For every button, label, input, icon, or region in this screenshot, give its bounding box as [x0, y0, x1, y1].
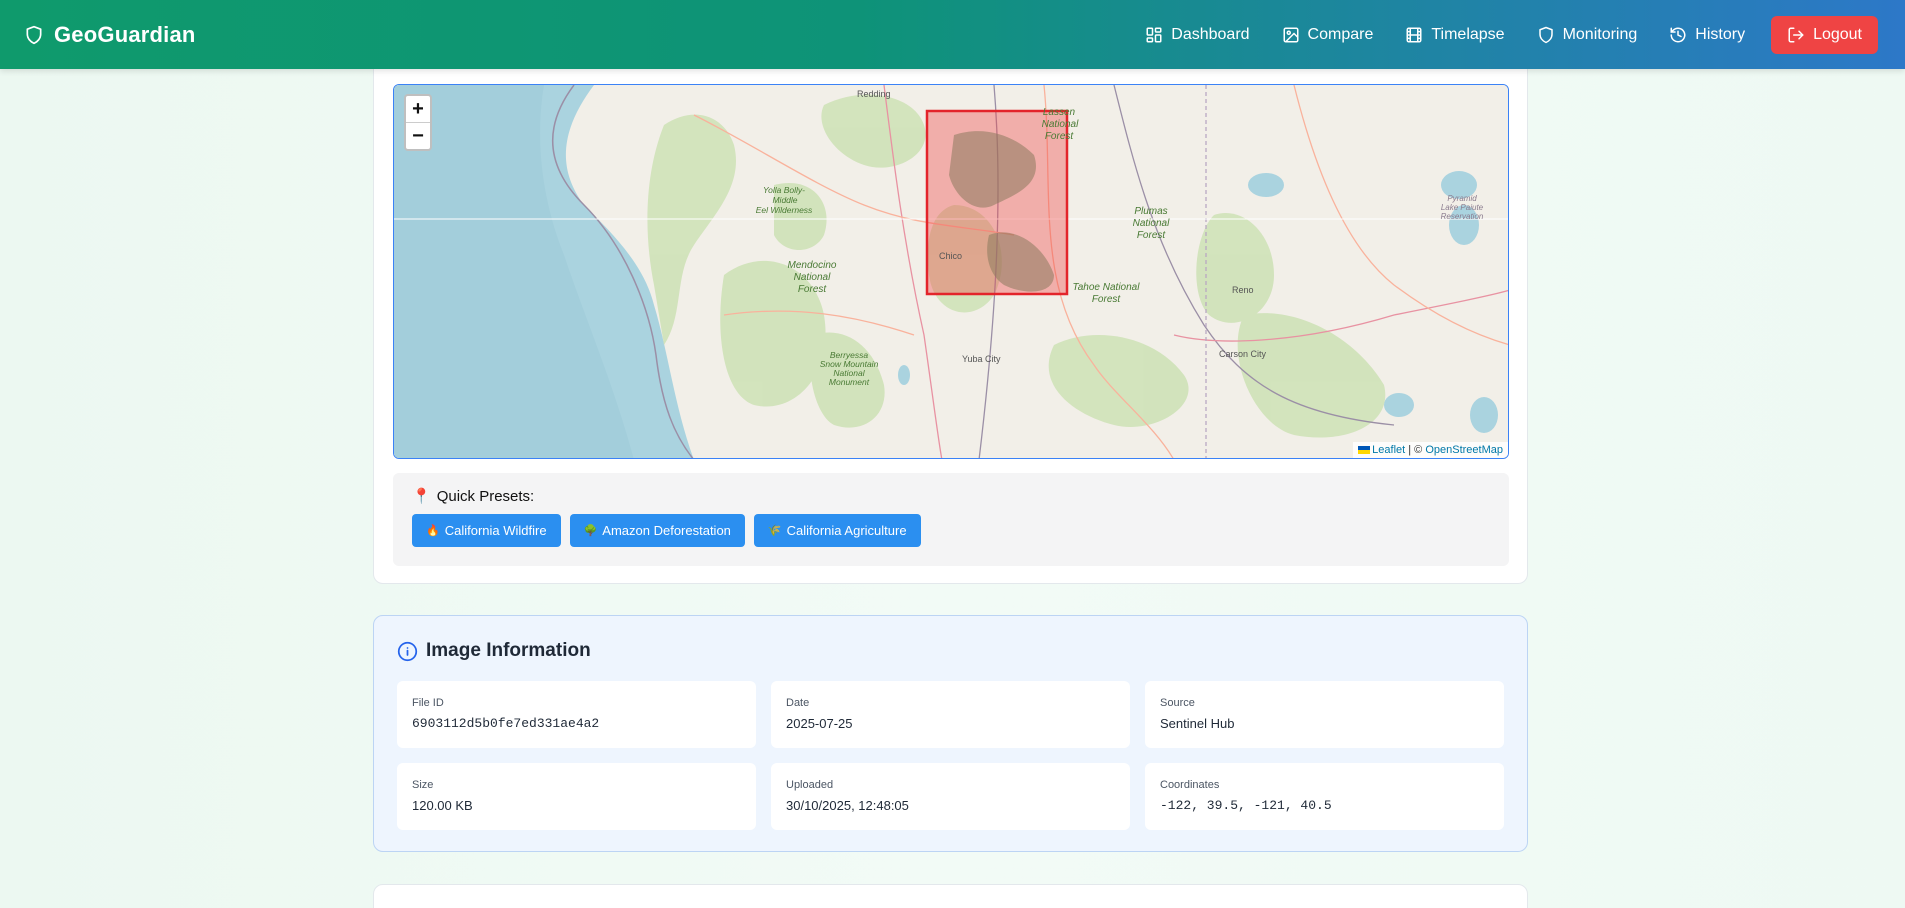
map-attribution: Leaflet | © OpenStreetMap: [1353, 442, 1508, 458]
label-reno: Reno: [1232, 285, 1254, 295]
pin-icon: 📍: [412, 488, 431, 505]
nav-compare[interactable]: Compare: [1270, 18, 1386, 52]
label-yolla-3: Eel Wilderness: [756, 205, 813, 215]
label-plumas-1: Plumas: [1134, 206, 1167, 217]
label-tahoe-2: Forest: [1092, 294, 1122, 305]
preset-label: Amazon Deforestation: [602, 523, 731, 538]
history-icon: [1670, 27, 1686, 42]
info-label: Date: [786, 697, 810, 709]
logout-label: Logout: [1813, 25, 1862, 43]
label-redding: Redding: [857, 89, 891, 99]
zoom-in-button[interactable]: +: [406, 96, 430, 123]
info-size: Size 120.00 KB: [397, 763, 756, 830]
info-file-id: File ID 6903112d5b0fe7ed331ae4a2: [397, 681, 756, 748]
preset-label: California Agriculture: [786, 523, 907, 538]
label-plumas-3: Forest: [1137, 230, 1167, 241]
nav-timelapse-label: Timelapse: [1431, 25, 1505, 43]
preset-california-wildfire-button[interactable]: 🔥 California Wildfire: [412, 514, 561, 547]
nav-dashboard[interactable]: Dashboard: [1133, 18, 1261, 52]
label-lassen-2: National: [1042, 119, 1079, 130]
shield-logo-icon: [26, 25, 42, 44]
preset-amazon-deforestation-button[interactable]: 🌳 Amazon Deforestation: [569, 514, 745, 547]
info-label: Coordinates: [1160, 779, 1220, 791]
info-label: Source: [1160, 697, 1195, 709]
nav-monitoring-label: Monitoring: [1562, 25, 1638, 43]
info-label: Size: [412, 779, 434, 791]
quick-presets-title: 📍 Quick Presets:: [412, 487, 1490, 506]
preset-label: California Wildfire: [444, 523, 547, 538]
wheat-icon: 🌾: [767, 525, 782, 537]
quick-presets-panel: 📍 Quick Presets: 🔥 California Wildfire 🌳…: [393, 473, 1509, 566]
info-source: Source Sentinel Hub: [1145, 681, 1504, 748]
info-icon: [397, 641, 418, 661]
quick-presets-label: Quick Presets:: [436, 487, 535, 505]
film-icon: [1406, 27, 1422, 42]
image-information-header: Image Information: [397, 640, 591, 662]
label-carson: Carson City: [1219, 349, 1267, 359]
info-coordinates: Coordinates -122, 39.5, -121, 40.5: [1145, 763, 1504, 830]
info-label: File ID: [412, 697, 444, 709]
info-value: 2025-07-25: [786, 716, 853, 731]
info-value: Sentinel Hub: [1160, 716, 1235, 731]
image-information-card: Image Information File ID 6903112d5b0fe7…: [373, 615, 1528, 852]
zoom-control: + −: [404, 94, 432, 151]
label-yolla-1: Yolla Bolly-: [763, 185, 805, 195]
info-uploaded: Uploaded 30/10/2025, 12:48:05: [771, 763, 1130, 830]
info-label: Uploaded: [786, 779, 834, 791]
label-mendo-1: Mendocino: [788, 260, 837, 271]
attribution-separator: | ©: [1408, 444, 1423, 456]
label-mendo-2: National: [794, 272, 831, 283]
info-value: -122, 39.5, -121, 40.5: [1160, 798, 1332, 813]
logout-button[interactable]: Logout: [1771, 15, 1878, 54]
image-icon: [1283, 27, 1299, 42]
nav-timelapse[interactable]: Timelapse: [1393, 18, 1516, 52]
nav-history-label: History: [1695, 25, 1746, 43]
osm-link[interactable]: OpenStreetMap: [1425, 444, 1503, 456]
map-card: Redding Chico Reno Yuba City Carson City…: [373, 40, 1528, 584]
next-section-card: [373, 884, 1528, 908]
label-yuba: Yuba City: [962, 354, 1001, 364]
zoom-out-button[interactable]: −: [406, 123, 430, 149]
label-lassen-1: Lassen: [1043, 107, 1076, 118]
label-lassen-3: Forest: [1045, 131, 1075, 142]
label-berry-4: Monument: [829, 377, 870, 387]
top-navbar: GeoGuardian Dashboard Compare Timelapse …: [0, 0, 1905, 69]
dashboard-icon: [1146, 27, 1162, 42]
nav-compare-label: Compare: [1307, 25, 1374, 43]
area-map[interactable]: Redding Chico Reno Yuba City Carson City…: [393, 84, 1509, 459]
info-value: 6903112d5b0fe7ed331ae4a2: [412, 716, 600, 731]
map-tiles: Redding Chico Reno Yuba City Carson City…: [394, 85, 1508, 458]
label-tahoe-1: Tahoe National: [1073, 282, 1141, 293]
nav-history[interactable]: History: [1657, 18, 1757, 52]
preset-california-agriculture-button[interactable]: 🌾 California Agriculture: [753, 514, 921, 547]
label-plumas-2: National: [1133, 218, 1170, 229]
app-name: GeoGuardian: [54, 21, 196, 47]
nav-dashboard-label: Dashboard: [1171, 25, 1250, 43]
label-yolla-2: Middle: [772, 195, 797, 205]
brand[interactable]: GeoGuardian: [24, 22, 196, 48]
nav-monitoring[interactable]: Monitoring: [1525, 18, 1650, 52]
nav-links: Dashboard Compare Timelapse Monitoring H…: [1133, 15, 1878, 54]
info-value: 30/10/2025, 12:48:05: [786, 798, 909, 813]
ukraine-flag-icon: [1358, 446, 1371, 455]
label-pyramid-2: Lake Paiute: [1441, 203, 1484, 212]
info-date: Date 2025-07-25: [771, 681, 1130, 748]
logout-icon: [1788, 27, 1804, 42]
info-grid: File ID 6903112d5b0fe7ed331ae4a2 Date 20…: [397, 681, 1505, 830]
image-information-title: Image Information: [426, 640, 591, 661]
fire-icon: 🔥: [426, 525, 440, 537]
preset-buttons: 🔥 California Wildfire 🌳 Amazon Deforesta…: [412, 514, 1490, 547]
leaflet-link[interactable]: Leaflet: [1372, 444, 1405, 456]
label-mendo-3: Forest: [798, 284, 828, 295]
label-pyramid-3: Reservation: [1441, 212, 1484, 221]
tree-icon: 🌳: [583, 525, 598, 537]
label-chico: Chico: [939, 251, 962, 261]
info-value: 120.00 KB: [412, 798, 473, 813]
shield-icon: [1538, 26, 1553, 43]
label-pyramid-1: Pyramid: [1447, 194, 1477, 203]
